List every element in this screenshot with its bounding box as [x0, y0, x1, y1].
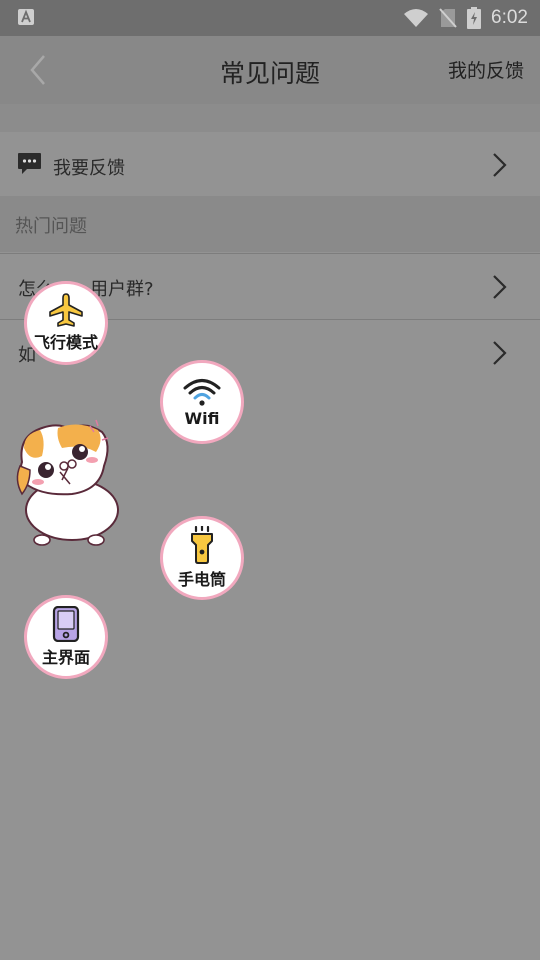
chat-bubble-icon: [18, 153, 41, 174]
feedback-row-label: 我要反馈: [53, 158, 125, 179]
battery-charging-icon: [467, 7, 482, 29]
assistive-ball[interactable]: [12, 418, 124, 548]
chevron-right-icon: [493, 153, 507, 177]
chevron-right-icon: [493, 341, 507, 365]
flashlight-icon: [191, 526, 213, 564]
airplane-mode-button[interactable]: 飞行模式: [24, 281, 108, 365]
chevron-right-icon: [493, 275, 507, 299]
hamster-mascot-icon: [16, 419, 119, 546]
airplane-icon: [49, 293, 83, 327]
phone-home-icon: [52, 606, 80, 642]
flashlight-label: 手电筒: [177, 570, 226, 589]
status-time: 6:02: [491, 7, 528, 28]
feedback-row[interactable]: 我要反馈: [0, 132, 540, 196]
wifi-icon: [183, 378, 221, 406]
home-screen-button[interactable]: 主界面: [24, 595, 108, 679]
airplane-mode-label: 飞行模式: [33, 333, 98, 352]
my-feedback-button[interactable]: 我的反馈: [448, 56, 524, 83]
toolbar: 常见问题 我的反馈: [0, 36, 540, 104]
wifi-icon: [404, 9, 429, 27]
spacer: [0, 104, 540, 132]
home-screen-label: 主界面: [41, 648, 90, 667]
no-sim-icon: [439, 8, 457, 28]
a-notification-icon: [18, 9, 34, 25]
flashlight-button[interactable]: 手电筒: [160, 516, 244, 600]
status-bar: 6:02: [0, 0, 540, 36]
status-icons: 6:02: [403, 6, 528, 30]
section-title: 热门问题: [15, 216, 87, 237]
hot-questions-section: 热门问题: [0, 196, 540, 252]
wifi-button[interactable]: Wifi: [160, 360, 244, 444]
wifi-label: Wifi: [184, 408, 220, 428]
